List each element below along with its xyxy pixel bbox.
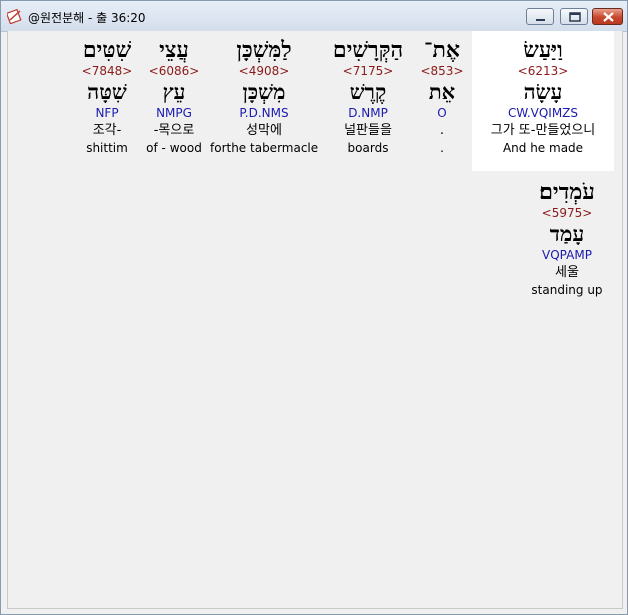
korean-gloss: 조각- — [92, 123, 122, 138]
english-gloss: of - wood — [146, 141, 202, 155]
english-gloss: . — [440, 141, 444, 155]
word-column[interactable]: עֹמְדִים׃ <5975> עָמַד VQPAMP 세울 standin… — [520, 173, 614, 298]
word-column[interactable]: לַמִּשְׁכָּן <4908> מִשְׁכָּן P.D.NMS 성막… — [210, 31, 318, 156]
app-icon — [5, 8, 23, 25]
hebrew-word: לַמִּשְׁכָּן — [236, 37, 292, 63]
word-column[interactable]: הַקְּרָשִׁים <7175> קֶרֶשׁ D.NMP 널판들을 bo… — [320, 31, 416, 156]
word-column[interactable]: עֲצֵי <6086> עֵץ NMPG -목으로 of - wood — [142, 31, 206, 156]
window-title: @원전분해 - 출 36:20 — [28, 11, 146, 25]
lemma: קֶרֶשׁ — [349, 79, 387, 104]
strong-number: <6213> — [517, 64, 569, 78]
parsing-code: O — [437, 106, 447, 120]
parsing-code: VQPAMP — [542, 248, 592, 262]
korean-gloss: 널판들을 — [344, 123, 392, 138]
hebrew-word: הַקְּרָשִׁים — [332, 37, 404, 63]
hebrew-word: אֶת־ — [424, 37, 460, 63]
english-gloss: standing up — [531, 283, 603, 297]
parsing-code: NFP — [95, 106, 119, 120]
korean-gloss: 성막에 — [246, 123, 282, 138]
korean-gloss: . — [439, 123, 445, 138]
parsing-code: P.D.NMS — [239, 106, 289, 120]
strong-number: <4908> — [238, 64, 290, 78]
word-column-selected[interactable]: וַיַּעַשׂ <6213> עָשָׂה CW.VQIMZS 그가 또-만… — [472, 31, 614, 171]
minimize-button[interactable] — [526, 8, 554, 25]
lemma: מִשְׁכָּן — [242, 79, 286, 104]
strong-number: <6086> — [148, 64, 200, 78]
korean-gloss: 그가 또-만들었으니 — [490, 123, 596, 138]
lemma: עֵץ — [162, 79, 186, 104]
korean-gloss: -목으로 — [153, 123, 195, 138]
english-gloss: boards — [347, 141, 389, 155]
lemma: עָשָׂה — [523, 79, 563, 104]
hebrew-word: וַיַּעַשׂ — [523, 37, 563, 63]
parsing-code: CW.VQIMZS — [507, 106, 579, 120]
english-gloss: forthe tabermacle — [210, 141, 319, 155]
strong-number: <7848> — [81, 64, 133, 78]
strong-number: <5975> — [541, 206, 593, 220]
close-button[interactable] — [592, 8, 623, 25]
word-column[interactable]: אֶת־ <853> אֵת O . . — [414, 31, 470, 156]
parsing-code: NMPG — [156, 106, 192, 120]
strong-number: <7175> — [342, 64, 394, 78]
word-column[interactable]: שִׁטִּים <7848> שִׁטָּה NFP 조각- shittim — [74, 31, 140, 156]
strong-number: <853> — [420, 64, 464, 78]
lemma: אֵת — [428, 79, 456, 104]
hebrew-word: עֹמְדִים׃ — [539, 179, 595, 205]
parsing-code: D.NMP — [348, 106, 388, 120]
english-gloss: shittim — [86, 141, 128, 155]
english-gloss: And he made — [502, 141, 584, 155]
hebrew-word: שִׁטִּים — [82, 37, 132, 63]
interlinear-panel: וַיַּעַשׂ <6213> עָשָׂה CW.VQIMZS 그가 또-만… — [7, 31, 623, 609]
app-window: @원전분해 - 출 36:20 וַיַּעַשׂ <6213> עָשָׂה … — [0, 0, 628, 615]
lemma: שִׁטָּה — [87, 79, 127, 104]
korean-gloss: 세울 — [555, 265, 579, 280]
maximize-button[interactable] — [560, 8, 588, 25]
lemma: עָמַד — [549, 221, 585, 246]
hebrew-word: עֲצֵי — [159, 37, 189, 63]
title-bar[interactable]: @원전분해 - 출 36:20 — [1, 1, 627, 32]
